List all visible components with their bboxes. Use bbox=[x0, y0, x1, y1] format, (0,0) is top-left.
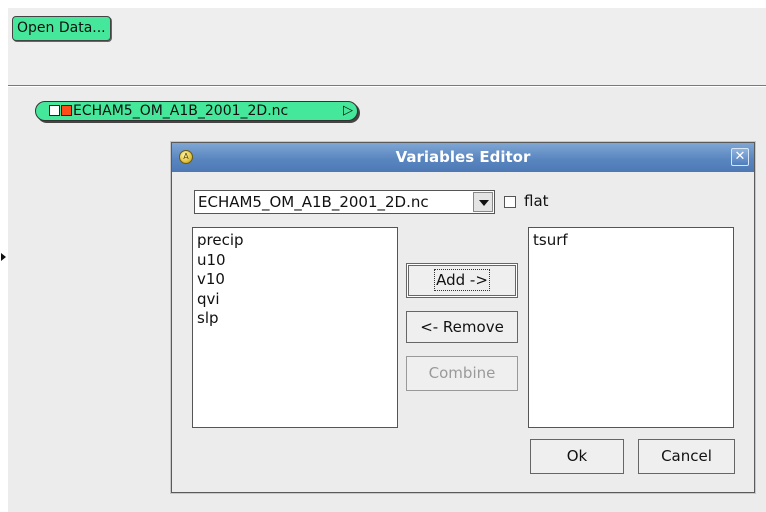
triangle-right-icon[interactable]: ▷ bbox=[343, 102, 353, 120]
variables-editor-dialog: A Variables Editor ✕ ECHAM5_OM_A1B_2001_… bbox=[171, 142, 755, 493]
available-variables-list[interactable]: precip u10 v10 qvi slp bbox=[192, 227, 398, 428]
dataset-dropdown-value: ECHAM5_OM_A1B_2001_2D.nc bbox=[198, 193, 429, 211]
dataset-dropdown[interactable]: ECHAM5_OM_A1B_2001_2D.nc bbox=[194, 190, 495, 214]
list-item[interactable]: slp bbox=[197, 309, 393, 329]
open-data-button[interactable]: Open Data... bbox=[12, 16, 111, 41]
list-item[interactable]: precip bbox=[197, 231, 393, 251]
dataset-node-label: ECHAM5_OM_A1B_2001_2D.nc bbox=[73, 103, 289, 119]
combine-button[interactable]: Combine bbox=[406, 356, 518, 391]
remove-button[interactable]: <- Remove bbox=[406, 311, 518, 343]
cancel-button[interactable]: Cancel bbox=[638, 439, 735, 474]
ok-button[interactable]: Ok bbox=[530, 439, 624, 474]
list-item[interactable]: tsurf bbox=[533, 231, 729, 251]
dataset-node[interactable]: ECHAM5_OM_A1B_2001_2D.nc ▷ bbox=[35, 101, 358, 121]
close-icon[interactable]: ✕ bbox=[731, 148, 749, 166]
add-button-label: Add -> bbox=[434, 269, 490, 291]
chevron-down-icon[interactable] bbox=[473, 192, 493, 212]
add-button[interactable]: Add -> bbox=[406, 263, 518, 298]
list-item[interactable]: u10 bbox=[197, 251, 393, 271]
toolbar: Open Data... bbox=[0, 0, 766, 86]
node-input-port[interactable] bbox=[49, 105, 60, 116]
selected-variables-list[interactable]: tsurf bbox=[528, 227, 734, 428]
panel-expand-arrow-icon[interactable] bbox=[1, 253, 6, 261]
list-item[interactable]: v10 bbox=[197, 270, 393, 290]
dialog-title: Variables Editor bbox=[395, 148, 531, 166]
dialog-titlebar[interactable]: A Variables Editor ✕ bbox=[172, 143, 754, 172]
list-item[interactable]: qvi bbox=[197, 290, 393, 310]
flat-checkbox-label: flat bbox=[524, 192, 549, 210]
node-status-indicator bbox=[61, 105, 72, 116]
toolbar-panel: Open Data... bbox=[8, 8, 766, 86]
flat-checkbox[interactable] bbox=[504, 196, 516, 208]
